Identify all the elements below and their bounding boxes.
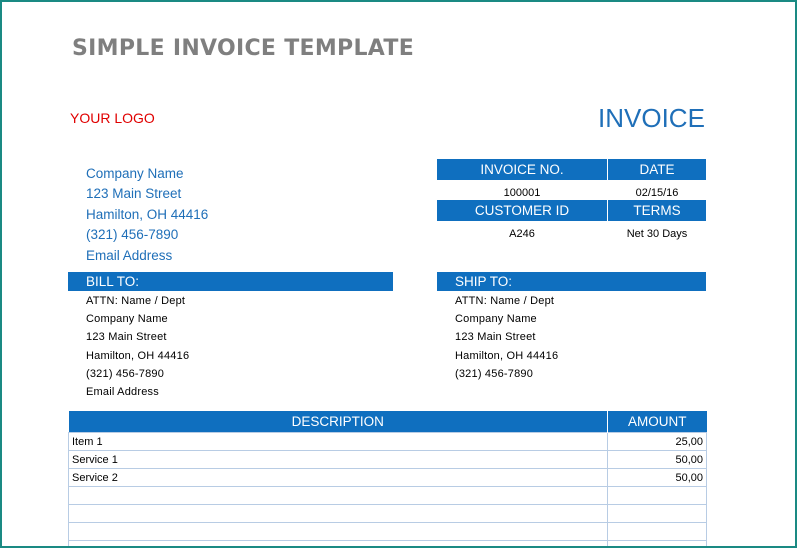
customer-id-header: CUSTOMER ID	[437, 200, 607, 221]
date-value: 02/15/16	[635, 187, 679, 199]
logo-placeholder: YOUR LOGO	[70, 110, 155, 126]
table-row: Item 1 25,00	[68, 432, 707, 451]
item-description[interactable]: Item 1	[68, 432, 608, 451]
item-description[interactable]: Service 1	[68, 450, 608, 469]
customer-id-value: A246	[509, 228, 535, 240]
ship-to-company: Company Name	[455, 313, 537, 326]
item-description[interactable]: Service 2	[68, 468, 608, 487]
invoice-no-header: INVOICE NO.	[437, 159, 607, 180]
ship-to-header: SHIP TO:	[437, 272, 706, 291]
item-description[interactable]	[68, 522, 608, 541]
item-amount[interactable]	[607, 540, 707, 546]
ship-to-street: 123 Main Street	[455, 331, 536, 344]
bill-to-city: Hamilton, OH 44416	[86, 349, 190, 362]
item-amount[interactable]: 50,00	[607, 450, 707, 469]
ship-to-city: Hamilton, OH 44416	[455, 349, 559, 362]
bill-to-company: Company Name	[86, 313, 168, 326]
item-amount[interactable]	[607, 504, 707, 523]
item-description[interactable]	[68, 540, 608, 546]
item-description[interactable]	[68, 504, 608, 523]
item-amount[interactable]: 25,00	[607, 432, 707, 451]
item-description[interactable]	[68, 486, 608, 505]
company-block: Company Name 123 Main Street Hamilton, O…	[86, 164, 208, 266]
ship-to-attn: ATTN: Name / Dept	[455, 295, 555, 307]
bill-to-phone: (321) 456-7890	[86, 367, 165, 380]
bill-to-street: 123 Main Street	[86, 331, 167, 344]
invoice-no-value: 100001	[503, 187, 541, 199]
table-header-row: DESCRIPTION AMOUNT	[68, 411, 707, 433]
item-amount[interactable]	[607, 486, 707, 505]
terms-value: Net 30 Days	[626, 228, 688, 240]
bill-to-attn: ATTN: Name / Dept	[86, 295, 186, 307]
company-email: Email Address	[86, 247, 173, 263]
company-city: Hamilton, OH 44416	[86, 206, 209, 222]
table-row	[68, 540, 707, 546]
document-title: SIMPLE INVOICE TEMPLATE	[72, 36, 415, 61]
company-name: Company Name	[86, 166, 184, 181]
bill-to-address: ATTN: Name / Dept Company Name 123 Main …	[86, 292, 189, 401]
ship-to-phone: (321) 456-7890	[455, 367, 534, 380]
table-row	[68, 486, 707, 505]
line-items-table: DESCRIPTION AMOUNT Item 1 25,00 Service …	[68, 411, 707, 546]
invoice-document: SIMPLE INVOICE TEMPLATE YOUR LOGO INVOIC…	[0, 0, 797, 548]
item-amount[interactable]: 50,00	[607, 468, 707, 487]
ship-to-address: ATTN: Name / Dept Company Name 123 Main …	[455, 292, 558, 383]
date-header: DATE	[608, 159, 706, 180]
table-row	[68, 522, 707, 541]
bill-to-email: Email Address	[86, 386, 159, 399]
invoice-heading: INVOICE	[598, 103, 705, 133]
table-row: Service 2 50,00	[68, 468, 707, 487]
table-row	[68, 504, 707, 523]
terms-header: TERMS	[608, 200, 706, 221]
item-amount[interactable]	[607, 522, 707, 541]
company-street: 123 Main Street	[86, 186, 182, 202]
amount-header: AMOUNT	[607, 411, 707, 433]
table-row: Service 1 50,00	[68, 450, 707, 469]
description-header: DESCRIPTION	[68, 411, 608, 433]
bill-to-header: BILL TO:	[68, 272, 393, 291]
company-phone: (321) 456-7890	[86, 227, 179, 243]
